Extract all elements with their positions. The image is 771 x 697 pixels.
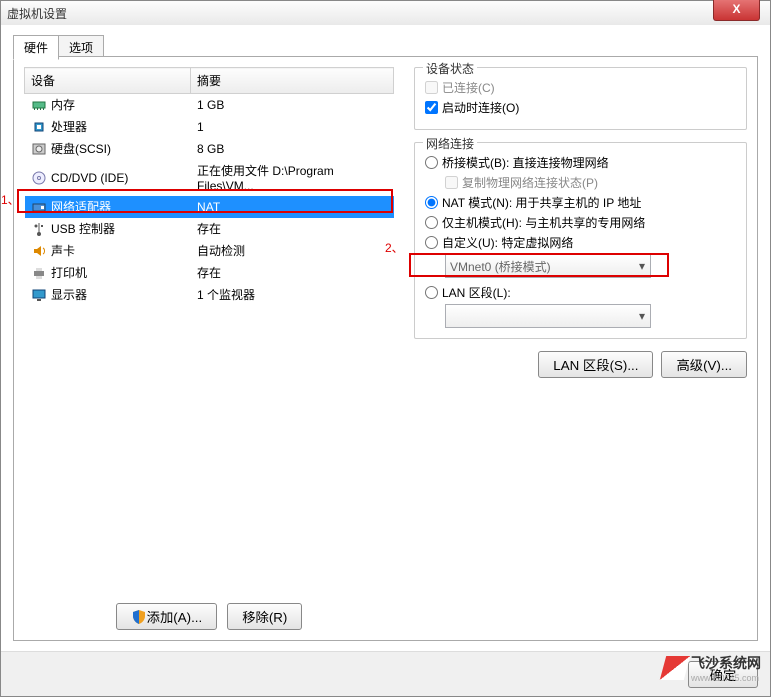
usb-icon bbox=[31, 221, 47, 237]
device-name: 打印机 bbox=[51, 264, 87, 281]
custom-radio[interactable]: 自定义(U): 特定虚拟网络 bbox=[425, 234, 736, 251]
settings-panel: 设备状态 已连接(C) 启动时连接(O) 网络连接 桥接模式(B): 直接连接物 bbox=[414, 67, 747, 630]
content-area: 1、 2、 硬件 选项 设备 摘要 内存1 GB处理器1硬盘(SCSI)8 GB… bbox=[1, 25, 770, 651]
device-summary: 1 GB bbox=[191, 94, 394, 116]
chevron-down-icon: ▾ bbox=[634, 309, 650, 323]
titlebar: 虚拟机设置 bbox=[1, 1, 770, 26]
window-title: 虚拟机设置 bbox=[1, 5, 67, 22]
connected-checkbox bbox=[425, 81, 438, 94]
device-name: 声卡 bbox=[51, 242, 75, 259]
connection-group: 网络连接 桥接模式(B): 直接连接物理网络 复制物理网络连接状态(P) NAT… bbox=[414, 142, 747, 339]
device-summary: 自动检测 bbox=[191, 240, 394, 262]
add-button[interactable]: 添加(A)... bbox=[116, 603, 218, 630]
status-group: 设备状态 已连接(C) 启动时连接(O) bbox=[414, 67, 747, 130]
device-name: 内存 bbox=[51, 96, 75, 113]
lan-segments-button[interactable]: LAN 区段(S)... bbox=[538, 351, 653, 378]
device-row-hdd[interactable]: 硬盘(SCSI) 8 GB bbox=[25, 138, 394, 160]
device-name: USB 控制器 bbox=[51, 220, 115, 237]
custom-label: 自定义(U): 特定虚拟网络 bbox=[442, 234, 573, 251]
device-row-memory[interactable]: 内存 1 GB bbox=[25, 94, 394, 116]
brand-logo-icon bbox=[660, 656, 690, 680]
lan-label: LAN 区段(L): bbox=[442, 284, 511, 301]
nic-icon bbox=[31, 199, 47, 215]
close-button[interactable]: X bbox=[713, 0, 760, 21]
bridge-radio[interactable]: 桥接模式(B): 直接连接物理网络 bbox=[425, 154, 736, 171]
device-name: 硬盘(SCSI) bbox=[51, 140, 111, 157]
footer: 确定 bbox=[1, 651, 770, 696]
device-summary: NAT bbox=[191, 196, 394, 218]
chevron-down-icon: ▾ bbox=[634, 259, 650, 273]
device-table: 设备 摘要 内存1 GB处理器1硬盘(SCSI)8 GBCD/DVD (IDE)… bbox=[24, 67, 394, 306]
hostonly-radio[interactable]: 仅主机模式(H): 与主机共享的专用网络 bbox=[425, 214, 736, 231]
device-buttons: 添加(A)... 移除(R) bbox=[24, 603, 394, 630]
custom-input[interactable] bbox=[425, 236, 438, 249]
nat-radio[interactable]: NAT 模式(N): 用于共享主机的 IP 地址 bbox=[425, 194, 736, 211]
custom-select[interactable]: VMnet0 (桥接模式) ▾ bbox=[445, 254, 651, 278]
device-row-cpu[interactable]: 处理器 1 bbox=[25, 116, 394, 138]
bridge-input[interactable] bbox=[425, 156, 438, 169]
hostonly-input[interactable] bbox=[425, 216, 438, 229]
advanced-button[interactable]: 高级(V)... bbox=[661, 351, 747, 378]
annotation-1: 1、 bbox=[1, 191, 20, 208]
device-row-printer[interactable]: 打印机 存在 bbox=[25, 262, 394, 284]
display-icon bbox=[31, 287, 47, 303]
watermark: 飞沙系统网 www.fs0745.com bbox=[663, 653, 761, 683]
add-label: 添加(A)... bbox=[147, 607, 203, 626]
remove-button[interactable]: 移除(R) bbox=[227, 603, 302, 630]
vm-settings-window: 虚拟机设置 X 1、 2、 硬件 选项 设备 摘要 内存1 GB处理器1硬盘(S… bbox=[0, 0, 771, 697]
printer-icon bbox=[31, 265, 47, 281]
tab-panel: 设备 摘要 内存1 GB处理器1硬盘(SCSI)8 GBCD/DVD (IDE)… bbox=[13, 56, 758, 641]
connected-label: 已连接(C) bbox=[442, 79, 495, 96]
nat-label: NAT 模式(N): 用于共享主机的 IP 地址 bbox=[442, 194, 641, 211]
brand-name: 飞沙系统网 bbox=[691, 653, 761, 673]
device-summary: 1 bbox=[191, 116, 394, 138]
right-buttons: LAN 区段(S)... 高级(V)... bbox=[414, 351, 747, 378]
device-row-display[interactable]: 显示器 1 个监视器 bbox=[25, 284, 394, 306]
col-summary[interactable]: 摘要 bbox=[191, 68, 394, 94]
nat-input[interactable] bbox=[425, 196, 438, 209]
device-row-nic[interactable]: 网络适配器 NAT bbox=[25, 196, 394, 218]
memory-icon bbox=[31, 97, 47, 113]
device-name: 显示器 bbox=[51, 286, 87, 303]
tab-hardware[interactable]: 硬件 bbox=[13, 35, 59, 60]
replicate-check[interactable]: 复制物理网络连接状态(P) bbox=[425, 174, 736, 191]
col-device[interactable]: 设备 bbox=[25, 68, 191, 94]
connected-check[interactable]: 已连接(C) bbox=[425, 79, 736, 96]
brand-url: www.fs0745.com bbox=[691, 673, 761, 683]
replicate-label: 复制物理网络连接状态(P) bbox=[462, 174, 598, 191]
device-row-sound[interactable]: 声卡 自动检测 bbox=[25, 240, 394, 262]
device-name: 处理器 bbox=[51, 118, 87, 135]
connect-on-label: 启动时连接(O) bbox=[442, 99, 519, 116]
connect-on-checkbox[interactable] bbox=[425, 101, 438, 114]
custom-select-value: VMnet0 (桥接模式) bbox=[450, 258, 551, 275]
bridge-label: 桥接模式(B): 直接连接物理网络 bbox=[442, 154, 609, 171]
hdd-icon bbox=[31, 141, 47, 157]
status-title: 设备状态 bbox=[423, 60, 477, 77]
hostonly-label: 仅主机模式(H): 与主机共享的专用网络 bbox=[442, 214, 645, 231]
shield-icon bbox=[131, 609, 147, 625]
lan-select[interactable]: ▾ bbox=[445, 304, 651, 328]
connect-on-check[interactable]: 启动时连接(O) bbox=[425, 99, 736, 116]
lan-input[interactable] bbox=[425, 286, 438, 299]
device-row-cd[interactable]: CD/DVD (IDE) 正在使用文件 D:\Program Files\VM..… bbox=[25, 160, 394, 196]
cpu-icon bbox=[31, 119, 47, 135]
device-summary: 正在使用文件 D:\Program Files\VM... bbox=[191, 160, 394, 196]
device-name: 网络适配器 bbox=[51, 198, 111, 215]
device-summary: 1 个监视器 bbox=[191, 284, 394, 306]
replicate-checkbox bbox=[445, 176, 458, 189]
lan-radio[interactable]: LAN 区段(L): bbox=[425, 284, 736, 301]
device-summary: 8 GB bbox=[191, 138, 394, 160]
device-row-usb[interactable]: USB 控制器 存在 bbox=[25, 218, 394, 240]
device-summary: 存在 bbox=[191, 218, 394, 240]
device-summary: 存在 bbox=[191, 262, 394, 284]
sound-icon bbox=[31, 243, 47, 259]
device-list-panel: 设备 摘要 内存1 GB处理器1硬盘(SCSI)8 GBCD/DVD (IDE)… bbox=[24, 67, 394, 630]
device-name: CD/DVD (IDE) bbox=[51, 171, 128, 185]
annotation-2: 2、 bbox=[385, 239, 404, 256]
cd-icon bbox=[31, 170, 47, 186]
conn-title: 网络连接 bbox=[423, 135, 477, 152]
